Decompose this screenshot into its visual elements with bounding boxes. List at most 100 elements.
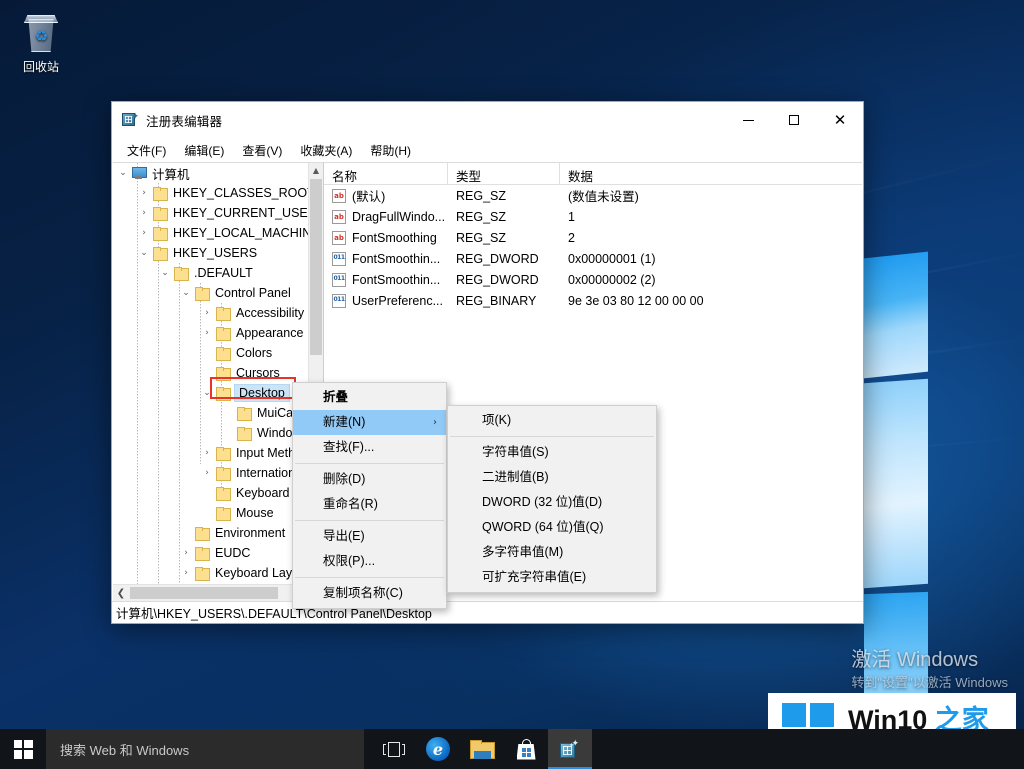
taskbar-edge-button[interactable]: e — [416, 729, 460, 769]
chevron-down-icon[interactable]: ⌄ — [178, 283, 194, 303]
chevron-right-icon[interactable]: › — [199, 443, 215, 463]
menu-item-5[interactable]: 重命名(R) — [293, 492, 446, 517]
chevron-right-icon: › — [433, 410, 437, 435]
tree-node-label: Accessibility — [236, 306, 304, 320]
hero-pane — [864, 252, 928, 379]
tree-node-colors[interactable]: Colors — [113, 343, 308, 363]
chevron-right-icon[interactable]: › — [136, 223, 152, 243]
taskbar-search-box[interactable]: 搜索 Web 和 Windows — [46, 729, 364, 769]
column-header-name[interactable]: 名称 — [324, 163, 448, 184]
title-bar[interactable]: ✦ 注册表编辑器 ✕ — [112, 102, 863, 138]
close-button[interactable]: ✕ — [817, 102, 863, 138]
string-value-icon: ab — [332, 231, 346, 245]
taskbar-store-button[interactable] — [504, 729, 548, 769]
status-bar: 计算机\HKEY_USERS\.DEFAULT\Control Panel\De… — [112, 601, 863, 623]
chevron-right-icon[interactable]: › — [178, 543, 194, 563]
menu-help[interactable]: 帮助(H) — [361, 139, 420, 162]
tree-node-eudc[interactable]: ›EUDC — [113, 543, 308, 563]
menu-item-3[interactable]: 二进制值(B) — [448, 465, 656, 490]
menu-item-5[interactable]: QWORD (64 位)值(Q) — [448, 515, 656, 540]
value-row[interactable]: 011UserPreferenc...REG_BINARY9e 3e 03 80… — [324, 290, 862, 311]
menu-item-0[interactable]: 项(K) — [448, 408, 656, 433]
tree-node-keyboard-layout[interactable]: ›Keyboard Layout — [113, 563, 308, 583]
tree-node-muicached[interactable]: MuiCached — [113, 403, 308, 423]
tree-node-accessibility[interactable]: › Accessibility — [113, 303, 308, 323]
tree-node-default[interactable]: ⌄.DEFAULT — [113, 263, 308, 283]
new-submenu[interactable]: 项(K) 字符串值(S)二进制值(B)DWORD (32 位)值(D)QWORD … — [447, 405, 657, 593]
value-row[interactable]: 011FontSmoothin...REG_DWORD0x00000002 (2… — [324, 269, 862, 290]
menu-separator — [295, 463, 444, 464]
string-value-icon: ab — [332, 189, 346, 203]
string-value-icon: ab — [332, 210, 346, 224]
chevron-up-icon[interactable]: ▲ — [309, 163, 323, 178]
tree-node-appearance[interactable]: › Appearance — [113, 323, 308, 343]
menu-item-2[interactable]: 字符串值(S) — [448, 440, 656, 465]
value-row[interactable]: ab(默认)REG_SZ(数值未设置) — [324, 185, 862, 206]
column-header-data[interactable]: 数据 — [560, 163, 862, 184]
menu-item-10[interactable]: 复制项名称(C) — [293, 581, 446, 606]
tree-node-environment[interactable]: Environment — [113, 523, 308, 543]
value-name-cell: 011FontSmoothin... — [324, 252, 448, 266]
menu-favorites[interactable]: 收藏夹(A) — [291, 139, 361, 162]
folder-icon — [152, 187, 168, 200]
menu-item-1[interactable]: 新建(N)› — [293, 410, 446, 435]
chevron-right-icon[interactable]: › — [199, 463, 215, 483]
chevron-right-icon[interactable]: › — [199, 323, 215, 343]
chevron-down-icon[interactable]: ⌄ — [157, 263, 173, 283]
tree-node-input-method[interactable]: ›Input Method — [113, 443, 308, 463]
menu-item-6[interactable]: 多字符串值(M) — [448, 540, 656, 565]
chevron-right-icon[interactable]: › — [178, 563, 194, 583]
tree-node-hkey-classes-root[interactable]: ›HKEY_CLASSES_ROOT — [113, 183, 308, 203]
tree-node-label: Appearance — [236, 326, 303, 340]
menu-item-7[interactable]: 可扩充字符串值(E) — [448, 565, 656, 590]
value-name: (默认) — [352, 186, 385, 205]
menu-item-label: 查找(F)... — [323, 440, 374, 454]
menu-edit[interactable]: 编辑(E) — [175, 139, 233, 162]
menu-item-2[interactable]: 查找(F)... — [293, 435, 446, 460]
desktop-icon-recycle-bin[interactable]: ♻ 回收站 — [8, 8, 74, 74]
menu-file[interactable]: 文件(F) — [118, 139, 175, 162]
chevron-right-icon[interactable]: › — [136, 203, 152, 223]
scrollbar-thumb[interactable] — [310, 179, 322, 355]
tree-node-hkey-current-user[interactable]: ›HKEY_CURRENT_USER — [113, 203, 308, 223]
tree-node-control-panel[interactable]: ⌄Control Panel — [113, 283, 308, 303]
tree-node-label: Environment — [215, 526, 285, 540]
value-row[interactable]: abDragFullWindo...REG_SZ1 — [324, 206, 862, 227]
tree-node-windowmetrics[interactable]: WindowMetrics — [113, 423, 308, 443]
activate-windows-watermark: 激活 Windows 转到"设置"以激活 Windows — [851, 647, 1008, 693]
tree-node-[interactable]: ⌄计算机 — [113, 163, 308, 183]
chevron-down-icon[interactable]: ⌄ — [115, 163, 131, 183]
chevron-right-icon[interactable]: › — [136, 183, 152, 203]
column-header-type[interactable]: 类型 — [448, 163, 560, 184]
tree-node-hkey-local-machine[interactable]: ›HKEY_LOCAL_MACHINE — [113, 223, 308, 243]
start-button[interactable] — [0, 729, 46, 769]
chevron-right-icon[interactable]: › — [199, 303, 215, 323]
tree-node-desktop[interactable]: ⌄ Desktop — [113, 383, 308, 403]
taskbar-regedit-button[interactable]: ✦✦ — [548, 729, 592, 769]
chevron-down-icon[interactable]: ⌄ — [199, 383, 215, 403]
value-row[interactable]: abFontSmoothingREG_SZ2 — [324, 227, 862, 248]
menu-view[interactable]: 查看(V) — [233, 139, 291, 162]
scrollbar-thumb[interactable] — [130, 587, 278, 599]
tree-node-keyboard[interactable]: Keyboard — [113, 483, 308, 503]
menu-item-8[interactable]: 权限(P)... — [293, 549, 446, 574]
minimize-button[interactable] — [725, 102, 771, 138]
taskbar-task-view-button[interactable] — [372, 729, 416, 769]
menu-item-0[interactable]: 折叠 — [293, 385, 446, 410]
tree-node-cursors[interactable]: Cursors — [113, 363, 308, 383]
watermark-title: 激活 Windows — [851, 647, 1008, 673]
menu-item-4[interactable]: DWORD (32 位)值(D) — [448, 490, 656, 515]
taskbar-file-explorer-button[interactable] — [460, 729, 504, 769]
value-row[interactable]: 011FontSmoothin...REG_DWORD0x00000001 (1… — [324, 248, 862, 269]
tree-context-menu[interactable]: 折叠新建(N)› 查找(F)... 删除(D)重命名(R) 导出(E)权限(P)...… — [292, 382, 447, 609]
tree-node-international[interactable]: ›International — [113, 463, 308, 483]
maximize-button[interactable] — [771, 102, 817, 138]
menu-item-7[interactable]: 导出(E) — [293, 524, 446, 549]
chevron-left-icon[interactable]: ❮ — [113, 588, 129, 599]
value-rows: ab(默认)REG_SZ(数值未设置)abDragFullWindo...REG… — [324, 185, 862, 311]
menu-item-4[interactable]: 删除(D) — [293, 467, 446, 492]
tree-node-mouse[interactable]: Mouse — [113, 503, 308, 523]
tree-node-hkey-users[interactable]: ⌄HKEY_USERS — [113, 243, 308, 263]
tree-node-label: Desktop — [235, 385, 289, 401]
chevron-down-icon[interactable]: ⌄ — [136, 243, 152, 263]
